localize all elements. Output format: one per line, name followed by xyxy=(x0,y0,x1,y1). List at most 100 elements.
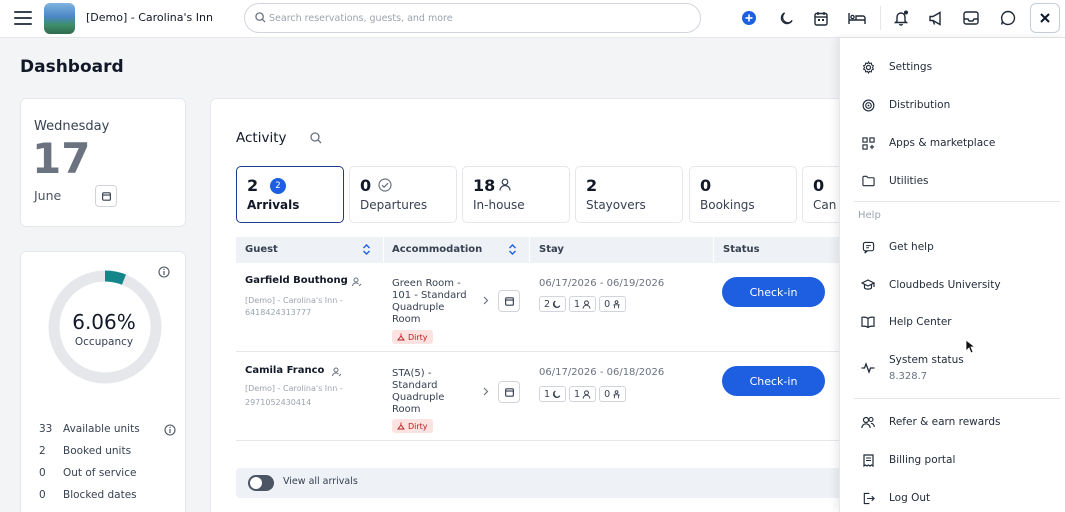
menu-item-label: Get help xyxy=(889,241,934,253)
check-in-button[interactable]: Check-in xyxy=(722,366,825,396)
view-all-label: View all arrivals xyxy=(283,476,358,487)
tile-count: 18 xyxy=(473,176,496,195)
tile-arrivals[interactable]: 2 2 Arrivals xyxy=(236,166,344,223)
guest-name-link[interactable]: Garfield Bouthong xyxy=(245,275,348,286)
stat-out-of-service: 0 Out of service xyxy=(39,467,137,479)
stat-available-units: 33 Available units xyxy=(39,423,140,435)
stat-blocked-dates: 0 Blocked dates xyxy=(39,489,137,501)
menu-item-label: Cloudbeds University xyxy=(889,279,1001,291)
chevron-right-icon[interactable] xyxy=(483,296,489,305)
search-icon[interactable] xyxy=(310,132,322,144)
row-divider xyxy=(236,440,851,441)
toolbar-divider xyxy=(880,6,881,30)
adults-chip: 1 xyxy=(569,386,597,402)
weekday: Wednesday xyxy=(34,119,110,134)
date-card: Wednesday 17 June xyxy=(20,98,186,227)
tile-count: 0 xyxy=(360,176,372,195)
check-in-button[interactable]: Check-in xyxy=(722,277,825,307)
info-icon[interactable] xyxy=(164,424,176,436)
stay-chips: 2 1 0 xyxy=(539,296,627,312)
distribution-icon xyxy=(862,99,874,111)
activity-title: Activity xyxy=(236,130,287,146)
chat-icon[interactable] xyxy=(998,8,1018,28)
tile-label: Bookings xyxy=(700,198,755,212)
menu-item-get-help[interactable]: Get help xyxy=(840,231,1065,261)
menu-item-label: Help Center xyxy=(889,316,952,328)
sort-icon[interactable] xyxy=(362,243,371,256)
menu-item-help-center[interactable]: Help Center xyxy=(840,306,1065,336)
book-icon xyxy=(861,316,875,328)
bed-icon[interactable] xyxy=(847,8,867,28)
search-input[interactable] xyxy=(269,9,689,27)
children-chip: 0 xyxy=(599,386,627,402)
column-stay[interactable]: Stay xyxy=(539,244,564,255)
calendar-icon[interactable] xyxy=(811,8,831,28)
app-version: 8.328.7 xyxy=(889,371,928,382)
plus-circle-icon[interactable] xyxy=(739,8,759,28)
occupancy-arc xyxy=(104,270,126,285)
guest-name-link[interactable]: Camila Franco xyxy=(245,365,324,376)
search-bar[interactable] xyxy=(244,3,701,33)
bell-icon[interactable] xyxy=(891,8,911,28)
assign-room-button[interactable] xyxy=(498,290,520,312)
moon-icon[interactable] xyxy=(776,8,796,28)
sort-icon[interactable] xyxy=(508,243,517,256)
guest-edit-icon[interactable] xyxy=(332,367,342,377)
broom-icon xyxy=(397,422,405,430)
menu-item-label: Utilities xyxy=(889,175,929,187)
menu-item-billing-portal[interactable]: Billing portal xyxy=(840,444,1065,474)
moon-icon xyxy=(553,300,561,308)
inbox-icon[interactable] xyxy=(961,8,981,28)
guest-edit-icon[interactable] xyxy=(352,277,362,287)
menu-item-settings[interactable]: Settings xyxy=(840,51,1065,81)
tile-departures[interactable]: 0 Departures xyxy=(349,166,457,223)
person-icon xyxy=(582,299,591,309)
close-menu-button[interactable] xyxy=(1030,3,1060,33)
menu-item-system-status[interactable]: System status xyxy=(840,344,1065,388)
megaphone-icon[interactable] xyxy=(926,8,946,28)
stay-chips: 1 1 0 xyxy=(539,386,627,402)
property-logo[interactable] xyxy=(44,3,75,34)
view-all-toggle[interactable] xyxy=(248,475,274,491)
assign-room-button[interactable] xyxy=(498,381,520,403)
person-icon xyxy=(499,178,511,191)
activity-card: Activity 2 2 Arrivals 0 Departures 18 In… xyxy=(210,98,851,512)
tile-count: 2 xyxy=(247,176,259,195)
menu-item-utilities[interactable]: Utilities xyxy=(840,165,1065,195)
menu-icon[interactable] xyxy=(14,11,32,25)
property-name[interactable]: [Demo] - Carolina's Inn xyxy=(86,11,213,24)
menu-item-label: Billing portal xyxy=(889,454,956,466)
menu-item-log-out[interactable]: Log Out xyxy=(840,482,1065,512)
menu-item-distribution[interactable]: Distribution xyxy=(840,89,1065,119)
tile-label: In-house xyxy=(473,198,525,212)
menu-item-cloudbeds-university[interactable]: Cloudbeds University xyxy=(840,269,1065,299)
calendar-icon xyxy=(504,297,514,306)
menu-item-label: System status xyxy=(889,354,964,366)
stay-dates: 06/17/2026 - 06/18/2026 xyxy=(539,367,665,378)
menu-item-apps-marketplace[interactable]: Apps & marketplace xyxy=(840,127,1065,157)
column-divider xyxy=(713,237,714,263)
occupancy-card: 6.06% Occupancy 33 Available units 2 Booke… xyxy=(20,251,186,512)
menu-item-refer-earn[interactable]: Refer & earn rewards xyxy=(840,406,1065,436)
row-divider xyxy=(236,351,851,352)
menu-item-label: Settings xyxy=(889,61,933,73)
date-picker-button[interactable] xyxy=(95,185,117,207)
help-chat-icon xyxy=(862,241,874,253)
chevron-right-icon[interactable] xyxy=(483,387,489,396)
info-icon[interactable] xyxy=(158,266,170,278)
tile-bookings[interactable]: 0 Bookings xyxy=(689,166,797,223)
pulse-icon xyxy=(861,362,875,374)
nights-chip: 1 xyxy=(539,386,567,402)
column-guest[interactable]: Guest xyxy=(245,244,278,255)
tile-label: Arrivals xyxy=(247,198,300,212)
column-accommodation[interactable]: Accommodation xyxy=(392,244,482,255)
tile-in-house[interactable]: 18 In-house xyxy=(462,166,570,223)
tile-stayovers[interactable]: 2 Stayovers xyxy=(575,166,683,223)
calendar-icon xyxy=(504,388,514,397)
column-status[interactable]: Status xyxy=(723,244,760,255)
tile-count: 0 xyxy=(700,176,712,195)
guest-property: [Demo] - Carolina's Inn - xyxy=(245,296,343,305)
column-divider xyxy=(383,237,384,263)
child-icon xyxy=(613,389,620,398)
tile-count: 2 xyxy=(586,176,598,195)
